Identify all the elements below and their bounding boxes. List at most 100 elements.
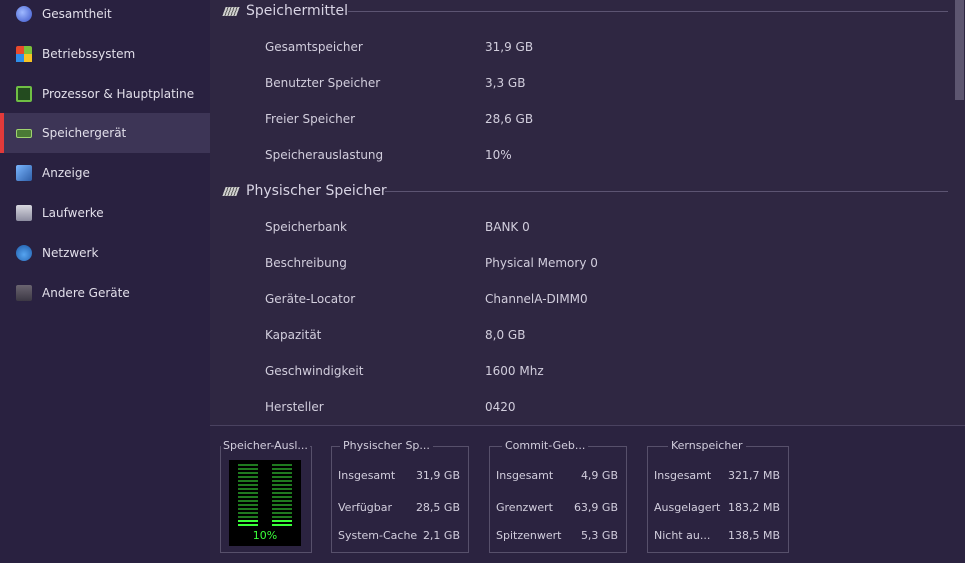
group-row-value: 4,9 GB [580, 468, 618, 482]
row-label: Geschwindigkeit [265, 364, 364, 378]
row-label: Freier Speicher [265, 112, 356, 126]
cpu-icon [16, 86, 32, 102]
group-row-label: System-Cache [338, 528, 418, 542]
group-row-label: Insgesamt [338, 468, 396, 482]
row-label: Gesamtspeicher [265, 40, 363, 54]
row-value: 0420 [485, 400, 516, 414]
sidebar-item-prozessor[interactable]: Prozessor & Hauptplatine [0, 74, 210, 114]
sidebar-item-label: Speichergerät [42, 126, 127, 140]
group-row-label: Spitzenwert [496, 528, 562, 542]
group-row-value: 31,9 GB [415, 468, 460, 482]
info-row: Speicherauslastung 10% [265, 145, 512, 165]
info-row: Benutzter Speicher 3,3 GB [265, 73, 525, 93]
row-label: Hersteller [265, 400, 324, 414]
group-commit-gebuehr: Commit-Geb... Insgesamt 4,9 GB Grenzwert… [489, 439, 627, 553]
group-title: Kernspeicher [668, 439, 746, 452]
gauge-percent: 10% [252, 529, 278, 542]
sidebar-item-netzwerk[interactable]: Netzwerk [0, 233, 210, 273]
memory-usage-gauge: 10% [229, 460, 301, 546]
row-value: 8,0 GB [485, 328, 526, 342]
group-kernspeicher: Kernspeicher Insgesamt 321,7 MB Ausgelag… [647, 439, 789, 553]
memory-summary-panel: Speicher-Ausl... 10% Physischer Sp... In… [210, 425, 965, 563]
row-label: Kapazität [265, 328, 322, 342]
group-row-value: 5,3 GB [580, 528, 618, 542]
info-row: Kapazität 8,0 GB [265, 325, 525, 345]
display-icon [16, 165, 32, 181]
device-icon [16, 285, 32, 301]
row-label: Geräte-Locator [265, 292, 356, 306]
sidebar-item-label: Andere Geräte [42, 286, 130, 300]
group-title: Physischer Sp... [340, 439, 433, 452]
sidebar-item-label: Gesamtheit [42, 7, 112, 21]
group-row-label: Insgesamt [654, 468, 712, 482]
sidebar-item-laufwerke[interactable]: Laufwerke [0, 193, 210, 233]
sidebar: Gesamtheit Betriebssystem Prozessor & Ha… [0, 0, 210, 563]
section-header-physischer-speicher: Physischer Speicher [222, 181, 387, 201]
group-row: Insgesamt 31,9 GB [338, 467, 460, 483]
row-value: 31,9 GB [485, 40, 534, 54]
group-row: Nicht au... 138,5 MB [654, 527, 780, 543]
gauge-title: Speicher-Ausl... [221, 439, 310, 452]
group-row-value: 63,9 GB [573, 500, 618, 514]
group-row: System-Cache 2,1 GB [338, 527, 460, 543]
section-divider [348, 11, 948, 12]
scrollbar-thumb[interactable] [955, 0, 964, 100]
sidebar-item-gesamtheit[interactable]: Gesamtheit [0, 0, 210, 34]
sidebar-item-label: Netzwerk [42, 246, 99, 260]
sidebar-item-anzeige[interactable]: Anzeige [0, 153, 210, 193]
drive-icon [16, 205, 32, 221]
group-row-value: 321,7 MB [727, 468, 780, 482]
row-label: Beschreibung [265, 256, 347, 270]
section-header-speichermittel: Speichermittel [222, 1, 348, 21]
memory-icon [16, 128, 32, 138]
row-value: 3,3 GB [485, 76, 526, 90]
info-row: Speicherbank BANK 0 [265, 217, 530, 237]
memory-chip-icon [222, 6, 240, 16]
info-row: Beschreibung Physical Memory 0 [265, 253, 598, 273]
sidebar-item-label: Prozessor & Hauptplatine [42, 87, 195, 101]
windows-icon [16, 46, 32, 62]
info-row: Geräte-Locator ChannelA-DIMM0 [265, 289, 588, 309]
network-icon [16, 245, 32, 261]
row-value: ChannelA-DIMM0 [485, 292, 588, 306]
group-row-value: 2,1 GB [422, 528, 460, 542]
group-row-label: Verfügbar [338, 500, 393, 514]
sidebar-item-label: Betriebssystem [42, 47, 136, 61]
details-panel: Speichermittel Gesamtspeicher 31,9 GB Be… [210, 0, 965, 425]
group-row-value: 138,5 MB [727, 528, 780, 542]
info-row: Geschwindigkeit 1600 Mhz [265, 361, 544, 381]
group-row: Ausgelagert 183,2 MB [654, 499, 780, 515]
info-row: Freier Speicher 28,6 GB [265, 109, 533, 129]
group-row: Insgesamt 4,9 GB [496, 467, 618, 483]
group-row: Verfügbar 28,5 GB [338, 499, 460, 515]
group-row: Spitzenwert 5,3 GB [496, 527, 618, 543]
row-label: Speicherbank [265, 220, 347, 234]
section-title: Physischer Speicher [246, 183, 387, 199]
gauge-column-right [272, 464, 292, 526]
memory-chip-icon [222, 186, 240, 196]
sidebar-item-label: Laufwerke [42, 206, 104, 220]
row-value: BANK 0 [485, 220, 530, 234]
group-row: Grenzwert 63,9 GB [496, 499, 618, 515]
gauge-fill [238, 520, 258, 526]
row-label: Benutzter Speicher [265, 76, 381, 90]
vertical-scrollbar[interactable] [953, 0, 965, 425]
row-label: Speicherauslastung [265, 148, 384, 162]
sidebar-item-label: Anzeige [42, 166, 90, 180]
row-value: 28,6 GB [485, 112, 534, 126]
group-physischer-speicher: Physischer Sp... Insgesamt 31,9 GB Verfü… [331, 439, 469, 553]
sidebar-item-betriebssystem[interactable]: Betriebssystem [0, 34, 210, 74]
row-value: 10% [485, 148, 512, 162]
sidebar-item-speichergeraet[interactable]: Speichergerät [0, 113, 210, 153]
group-row-label: Grenzwert [496, 500, 553, 514]
row-value: 1600 Mhz [485, 364, 544, 378]
gauge-bars [238, 464, 292, 526]
group-row-value: 28,5 GB [415, 500, 460, 514]
gauge-fill [272, 520, 292, 526]
info-row: Gesamtspeicher 31,9 GB [265, 37, 533, 57]
sidebar-item-andere-geraete[interactable]: Andere Geräte [0, 273, 210, 313]
row-value: Physical Memory 0 [485, 256, 598, 270]
group-row-value: 183,2 MB [727, 500, 780, 514]
info-row: Hersteller 0420 [265, 397, 516, 417]
section-divider [385, 191, 948, 192]
